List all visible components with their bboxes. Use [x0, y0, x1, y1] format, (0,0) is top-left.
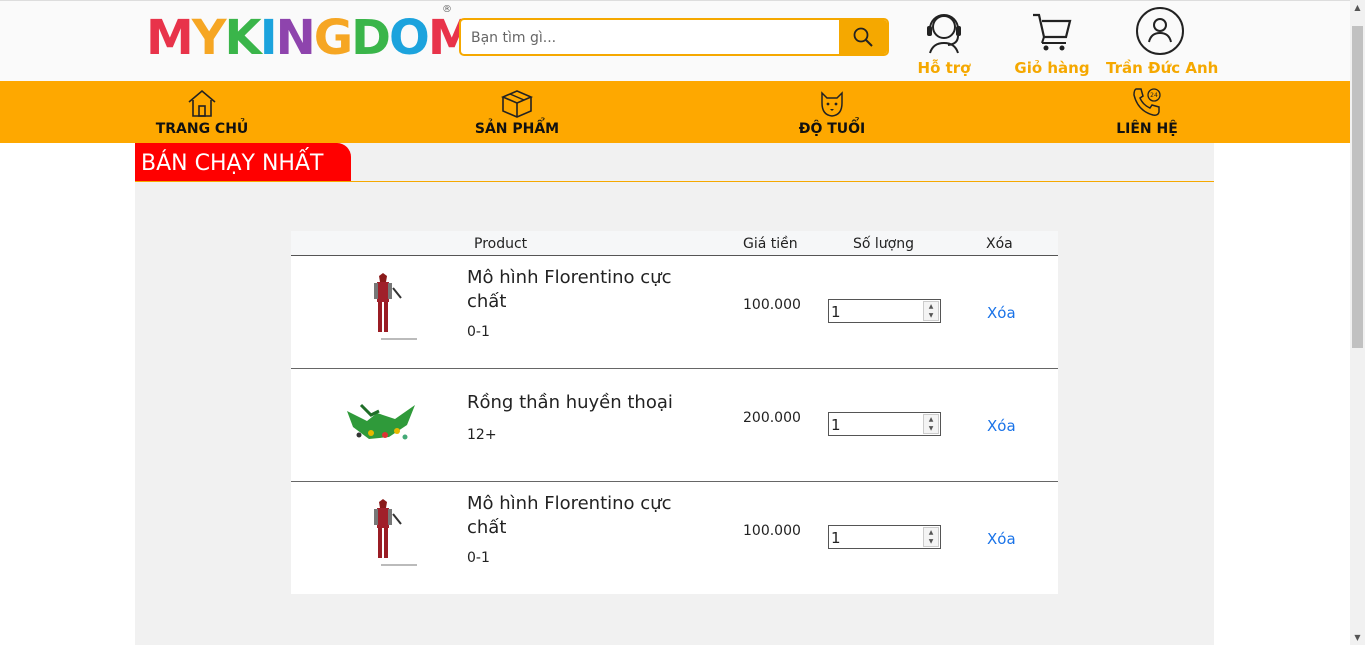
quantity-value: 1 [831, 303, 841, 321]
remove-link[interactable]: Xóa [987, 304, 1016, 322]
account-link[interactable]: Trần Đức Anh [1106, 5, 1219, 77]
product-age: 0-1 [467, 550, 490, 566]
nav-label-age: ĐỘ TUỔI [798, 121, 866, 137]
scrollbar-thumb[interactable] [1352, 26, 1363, 348]
scroll-down-arrow-icon[interactable]: ▼ [1350, 630, 1365, 645]
section-title: BÁN CHẠY NHẤT [135, 143, 351, 182]
quantity-stepper[interactable]: 1 ▲ ▼ [828, 525, 941, 549]
spinner-arrows[interactable]: ▲ ▼ [923, 301, 939, 321]
search-bar [459, 18, 889, 56]
cart-link[interactable]: Giỏ hàng [1014, 5, 1090, 77]
registered-mark: ® [442, 4, 452, 15]
main-nav: TRANG CHỦ SẢN PHẨM ĐỘ TUỔI 24 LIÊN HỆ [0, 81, 1350, 143]
quantity-value: 1 [831, 416, 841, 434]
svg-text:24: 24 [1150, 92, 1158, 99]
product-age: 12+ [467, 427, 497, 443]
user-icon [1136, 7, 1184, 55]
search-button[interactable] [839, 20, 887, 54]
product-image [347, 403, 415, 440]
nav-label-home: TRANG CHỦ [155, 121, 249, 137]
nav-item-home[interactable]: TRANG CHỦ [122, 81, 282, 143]
phone-icon: 24 [1133, 88, 1161, 116]
site-header: MYKINGDOM ® Hỗ trợ [0, 0, 1350, 82]
remove-link[interactable]: Xóa [987, 417, 1016, 435]
scroll-up-arrow-icon[interactable]: ▲ [1350, 0, 1365, 15]
nav-item-age[interactable]: ĐỘ TUỔI [752, 81, 912, 143]
product-price: 100.000 [743, 523, 801, 539]
spinner-arrows[interactable]: ▲ ▼ [923, 527, 939, 547]
product-price: 100.000 [743, 297, 801, 313]
product-price: 200.000 [743, 410, 801, 426]
nav-item-contact[interactable]: 24 LIÊN HỆ [1067, 81, 1227, 143]
product-name: Rồng thần huyền thoại [467, 392, 673, 413]
section-divider [135, 181, 1214, 182]
box-icon [500, 90, 534, 118]
logo-wordmark: MYKINGDOM [146, 10, 476, 66]
main-content: BÁN CHẠY NHẤT Product Giá tiền Số lượng … [135, 143, 1214, 645]
spinner-arrows[interactable]: ▲ ▼ [923, 414, 939, 434]
cart-table: Product Giá tiền Số lượng Xóa Mô hình Fl… [291, 231, 1058, 594]
cart-label: Giỏ hàng [1014, 59, 1090, 77]
product-name: Mô hình Florentino cực chất [467, 493, 672, 538]
remove-link[interactable]: Xóa [987, 530, 1016, 548]
product-image [374, 273, 417, 340]
search-icon [853, 27, 873, 47]
header-product: Product [474, 236, 528, 252]
header-remove: Xóa [986, 236, 1013, 252]
dog-icon [821, 91, 843, 117]
product-name: Mô hình Florentino cực chất [467, 267, 672, 312]
brand-logo[interactable]: MYKINGDOM ® [146, 4, 476, 67]
search-input[interactable] [461, 20, 853, 54]
header-qty: Số lượng [853, 236, 914, 252]
headset-icon [927, 14, 961, 54]
header-price: Giá tiền [743, 236, 798, 252]
support-label: Hỗ trợ [917, 59, 971, 77]
account-name: Trần Đức Anh [1106, 59, 1219, 77]
nav-label-products: SẢN PHẨM [474, 121, 560, 137]
page-scrollbar[interactable]: ▲ ▼ [1350, 0, 1365, 645]
home-icon [188, 89, 216, 117]
support-link[interactable]: Hỗ trợ [908, 5, 980, 77]
table-row: Rồng thần huyền thoại 12+ 200.000 1 ▲ ▼ X… [291, 369, 1058, 482]
cart-icon [1033, 13, 1072, 51]
table-row: Mô hình Florentino cực chất 0-1 100.000 … [291, 482, 1058, 594]
nav-label-contact: LIÊN HỆ [1116, 121, 1178, 137]
table-row: Mô hình Florentino cực chất 0-1 100.000 … [291, 256, 1058, 369]
quantity-stepper[interactable]: 1 ▲ ▼ [828, 299, 941, 323]
product-age: 0-1 [467, 324, 490, 340]
quantity-stepper[interactable]: 1 ▲ ▼ [828, 412, 941, 436]
product-image [374, 499, 417, 566]
cart-header-row: Product Giá tiền Số lượng Xóa [291, 231, 1058, 256]
nav-item-products[interactable]: SẢN PHẨM [437, 81, 597, 143]
quantity-value: 1 [831, 529, 841, 547]
